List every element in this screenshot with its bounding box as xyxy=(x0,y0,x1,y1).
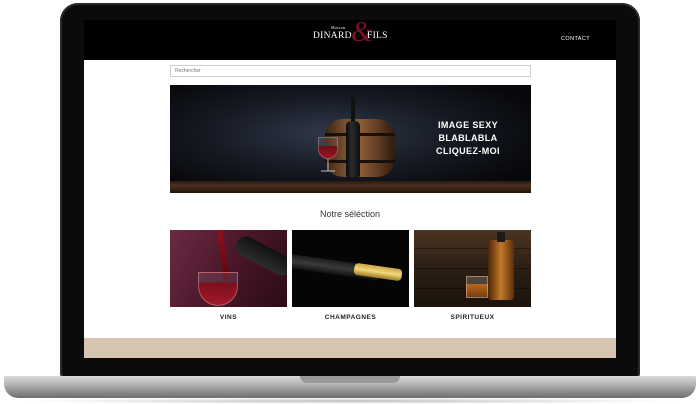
laptop-notch xyxy=(300,376,400,383)
laptop-mockup: Maison DINARD & FILS CONTACT IMAGE SEXY … xyxy=(0,0,700,404)
category-card-vins[interactable]: VINS xyxy=(170,230,287,321)
category-label-champagnes[interactable]: CHAMPAGNES xyxy=(292,314,409,321)
category-card-spiritueux[interactable]: SPIRITUEUX xyxy=(414,230,531,321)
site-header: Maison DINARD & FILS CONTACT xyxy=(84,20,616,60)
selection-title: Notre séléction xyxy=(319,209,381,219)
logo-maison: Maison xyxy=(331,25,346,30)
champagnes-image[interactable] xyxy=(292,230,409,307)
category-label-spiritueux[interactable]: SPIRITUEUX xyxy=(414,314,531,321)
hero-banner[interactable]: IMAGE SEXY BLABLABLA CLIQUEZ-MOI xyxy=(170,85,531,193)
wine-glass-image xyxy=(318,137,338,173)
laptop-shadow xyxy=(20,398,680,404)
carousel-dots xyxy=(342,186,357,193)
laptop-screen: Maison DINARD & FILS CONTACT IMAGE SEXY … xyxy=(84,20,616,358)
logo-fils: FILS xyxy=(367,31,388,41)
category-card-champagnes[interactable]: CHAMPAGNES xyxy=(292,230,409,321)
category-label-vins[interactable]: VINS xyxy=(170,314,287,321)
contact-link[interactable]: CONTACT xyxy=(561,36,590,42)
spiritueux-image[interactable] xyxy=(414,230,531,307)
hero-text[interactable]: IMAGE SEXY BLABLABLA CLIQUEZ-MOI xyxy=(428,119,508,158)
hero-line-1: IMAGE SEXY xyxy=(437,120,498,130)
search-input[interactable] xyxy=(170,65,531,77)
brand-logo[interactable]: Maison DINARD & FILS xyxy=(311,20,401,61)
hero-line-3: CLIQUEZ-MOI xyxy=(436,146,500,156)
logo-dinard: DINARD xyxy=(313,31,352,41)
wine-bottle-image xyxy=(346,97,360,177)
vins-image[interactable] xyxy=(170,230,287,307)
footer-band xyxy=(84,338,616,358)
hero-line-2: BLABLABLA xyxy=(438,133,498,143)
